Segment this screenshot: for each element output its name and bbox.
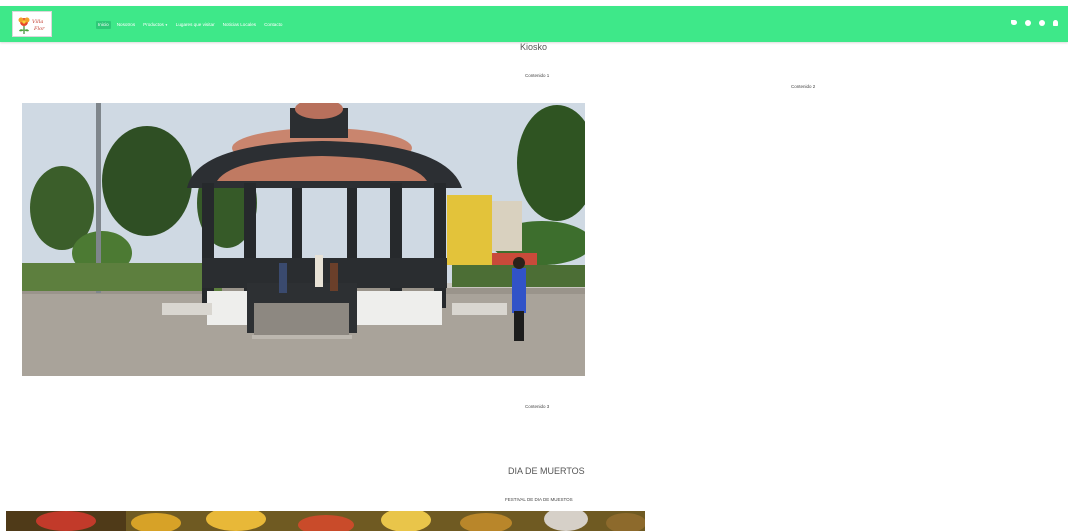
muertos-subtitle: FESTIVAL DE DIA DE MUESTOS [505, 497, 573, 502]
nav-lugares[interactable]: Lugares que visitar [174, 21, 217, 29]
muertos-title: DIA DE MUERTOS [508, 466, 585, 476]
dia-de-muertos-photo [6, 511, 645, 531]
nav-productos-label: Productos [143, 22, 164, 27]
main-nav: Inicio Nosotros Productos▼ Lugares que v… [96, 20, 284, 30]
chevron-down-icon: ▼ [164, 23, 168, 27]
contenido-1: Contenido 1 [525, 73, 550, 78]
nav-contacto[interactable]: Contacto [262, 21, 284, 29]
contenido-2: Contenido 2 [791, 84, 816, 89]
kiosko-title: Kiosko [520, 42, 548, 52]
svg-text:Flor: Flor [33, 26, 45, 32]
nav-noticias[interactable]: Noticias Locales [221, 21, 258, 29]
contenido-3: Contenido 3 [525, 404, 550, 409]
social-links [1011, 20, 1058, 26]
nav-nosotros[interactable]: Nosotros [115, 21, 137, 29]
kiosko-photo [22, 103, 585, 376]
user-icon[interactable] [1053, 20, 1058, 26]
facebook-icon[interactable] [1025, 20, 1031, 26]
nav-inicio[interactable]: Inicio [96, 21, 111, 29]
instagram-icon[interactable] [1039, 20, 1045, 26]
site-logo[interactable]: Villa Flor [12, 11, 52, 37]
kiosko-image [22, 103, 585, 376]
svg-text:Villa: Villa [32, 19, 43, 25]
nav-productos[interactable]: Productos▼ [141, 21, 170, 29]
twitter-icon[interactable] [1011, 20, 1017, 25]
logo-flower-icon: Villa Flor [18, 17, 45, 34]
top-navbar: Villa Flor Inicio Nosotros Productos▼ Lu… [0, 6, 1068, 42]
flowers-image [6, 511, 645, 531]
